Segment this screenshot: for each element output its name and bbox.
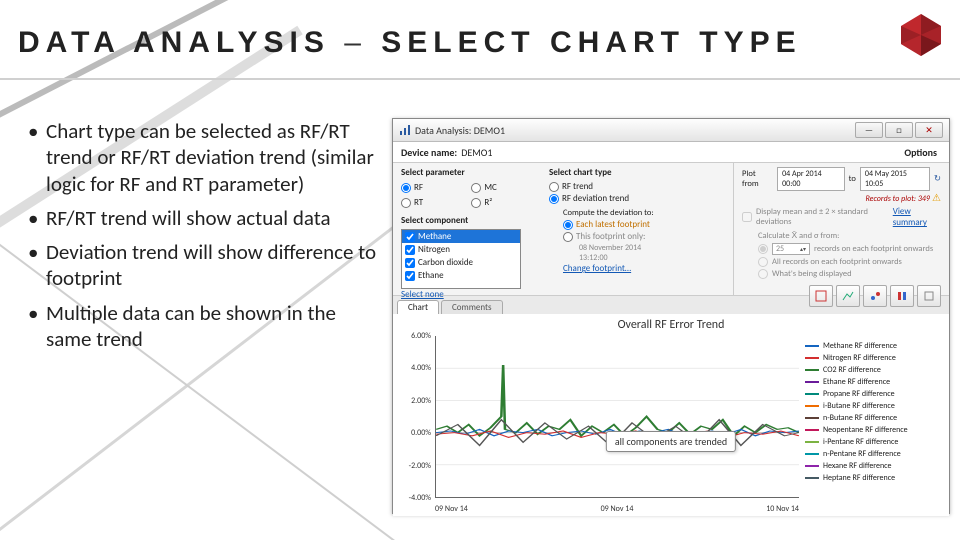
param-rt[interactable]: RT: [401, 197, 459, 208]
app-icon: [399, 124, 411, 136]
select-parameter-label: Select parameter: [401, 167, 533, 178]
records-to-plot: Records to plot: 349: [865, 194, 930, 204]
view-summary-link[interactable]: View summary: [893, 206, 941, 228]
calc-from-label: Calculate X̄ and σ from:: [758, 230, 941, 241]
window-close-button[interactable]: ✕: [915, 122, 943, 138]
change-footprint-link[interactable]: Change footprint…: [563, 263, 631, 274]
opt-whats-displayed: [758, 269, 768, 279]
tab-chart[interactable]: Chart: [397, 300, 439, 314]
legend-item[interactable]: i-Butane RF difference: [805, 400, 945, 412]
legend-item[interactable]: Nitrogen RF difference: [805, 352, 945, 364]
component-item: Nitrogen: [402, 243, 520, 256]
component-item: Ethane: [402, 269, 520, 282]
warning-icon: ⚠: [932, 191, 941, 204]
chart-legend: Methane RF differenceNitrogen RF differe…: [805, 340, 945, 484]
legend-item[interactable]: Neopentane RF difference: [805, 424, 945, 436]
tool-button-1[interactable]: [809, 285, 833, 307]
legend-item[interactable]: i-Pentane RF difference: [805, 436, 945, 448]
x-axis-labels: 09 Nov 14 09 Nov 14 10 Nov 14: [435, 504, 799, 514]
window-max-button[interactable]: □: [885, 122, 913, 138]
options-label: Options: [904, 146, 937, 159]
date-from-field[interactable]: 04 Apr 2014 00:00: [777, 167, 845, 191]
tool-button-3[interactable]: [863, 285, 887, 307]
tool-button-4[interactable]: [890, 285, 914, 307]
component-list[interactable]: Methane Nitrogen Carbon dioxide Ethane: [401, 229, 521, 289]
legend-item[interactable]: Methane RF difference: [805, 340, 945, 352]
brand-logo: [896, 10, 946, 60]
legend-item[interactable]: n-Pentane RF difference: [805, 448, 945, 460]
opt-all-records: [758, 257, 768, 267]
plot-canvas[interactable]: [435, 336, 799, 498]
legend-item[interactable]: Ethane RF difference: [805, 376, 945, 388]
bullet-item: RF/RT trend will show actual data: [28, 205, 378, 231]
deviation-each[interactable]: Each latest footprint: [563, 219, 725, 230]
chart-type-deviation[interactable]: RF deviation trend: [549, 193, 725, 204]
tab-comments[interactable]: Comments: [441, 300, 503, 314]
device-name: DEMO1: [461, 146, 492, 159]
param-rf[interactable]: RF: [401, 182, 459, 193]
date-to-field[interactable]: 04 May 2015 10:05: [860, 167, 930, 191]
records-spinner[interactable]: 25▴▾: [772, 243, 810, 255]
component-item: Methane: [402, 230, 520, 243]
legend-item[interactable]: CO2 RF difference: [805, 364, 945, 376]
y-axis-labels: 6.00% 4.00% 2.00% 0.00% -2.00% -4.00%: [397, 336, 433, 498]
tool-button-5[interactable]: [917, 285, 941, 307]
select-component-label: Select component: [401, 215, 533, 226]
chart-title: Overall RF Error Trend: [399, 318, 943, 332]
refresh-icon[interactable]: ↻: [934, 174, 941, 184]
device-label: Device name:: [401, 146, 457, 159]
chart-annotation: all components are trended: [606, 431, 736, 452]
bullet-item: Multiple data can be shown in the same t…: [28, 300, 378, 353]
legend-item[interactable]: Hexane RF difference: [805, 460, 945, 472]
slide-bullets: Chart type can be selected as RF/RT tren…: [28, 118, 378, 360]
display-mean-checkbox: [742, 212, 752, 222]
display-mean-label: Display mean and ± 2 × standard deviatio…: [756, 207, 889, 227]
param-r2[interactable]: R²: [471, 197, 533, 208]
select-chart-type-label: Select chart type: [549, 167, 725, 178]
chart-area: Overall RF Error Trend 6.00% 4.00% 2.00%…: [393, 314, 949, 516]
legend-item[interactable]: Heptane RF difference: [805, 472, 945, 484]
chart-type-trend[interactable]: RF trend: [549, 181, 725, 192]
window-title: Data Analysis: DEMO1: [415, 124, 505, 137]
deviation-this[interactable]: This footprint only:: [563, 231, 725, 242]
opt-n-records: [758, 244, 768, 254]
deviation-this-date: 08 November 2014 13:12:00: [579, 243, 725, 263]
legend-item[interactable]: n-Butane RF difference: [805, 412, 945, 424]
window-min-button[interactable]: —: [855, 122, 883, 138]
slide-title: Data Analysis – Select Chart Type: [18, 26, 802, 60]
plot-from-label: Plot from: [742, 169, 773, 189]
param-mc[interactable]: MC: [471, 182, 533, 193]
bullet-item: Deviation trend will show difference to …: [28, 239, 378, 292]
window-titlebar[interactable]: Data Analysis: DEMO1 — □ ✕: [393, 119, 949, 142]
legend-item[interactable]: Propane RF difference: [805, 388, 945, 400]
component-item: Carbon dioxide: [402, 256, 520, 269]
compute-deviation-label: Compute the deviation to:: [563, 208, 725, 218]
tool-button-2[interactable]: [836, 285, 860, 307]
data-analysis-window: Data Analysis: DEMO1 — □ ✕ Device name: …: [392, 118, 950, 514]
bullet-item: Chart type can be selected as RF/RT tren…: [28, 118, 378, 197]
select-none-link[interactable]: Select none: [401, 289, 444, 300]
